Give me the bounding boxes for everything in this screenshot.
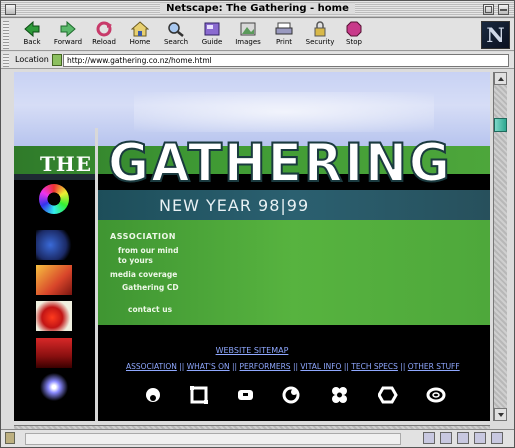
security-status-icon[interactable] bbox=[5, 432, 15, 444]
divider-line bbox=[95, 128, 98, 421]
clover-icon[interactable] bbox=[330, 386, 350, 404]
zoom-box[interactable] bbox=[483, 4, 494, 15]
stop-label: Stop bbox=[346, 38, 362, 46]
url-field[interactable]: http://www.gathering.co.nz/home.html bbox=[63, 54, 509, 67]
back-arrow-icon bbox=[23, 20, 41, 38]
square-frame-icon[interactable] bbox=[190, 386, 210, 404]
gathering-cd-link[interactable]: Gathering CD bbox=[110, 283, 179, 293]
news-component-icon[interactable] bbox=[456, 432, 469, 444]
guide-button[interactable]: Guide bbox=[193, 21, 231, 49]
location-label: Location : bbox=[15, 55, 55, 64]
nav-separator: || bbox=[292, 362, 298, 371]
reload-button[interactable]: Reload bbox=[85, 21, 123, 49]
vertical-scrollbar[interactable] bbox=[493, 72, 507, 421]
navigation-toolbar: Back Forward Reload Home Search Guide Im… bbox=[1, 19, 514, 51]
nav-separator: || bbox=[343, 362, 349, 371]
contact-us-link[interactable]: contact us bbox=[110, 305, 179, 315]
security-button[interactable]: Security bbox=[301, 21, 339, 49]
nav-separator: || bbox=[179, 362, 185, 371]
banner-subtitle: NEW YEAR 98|99 bbox=[159, 196, 310, 215]
images-button[interactable]: Images bbox=[229, 21, 267, 49]
security-label: Security bbox=[305, 38, 335, 46]
scroll-up-arrow-icon[interactable] bbox=[494, 72, 507, 85]
guide-label: Guide bbox=[201, 38, 223, 46]
nav-link-other-stuff[interactable]: OTHER STUFF bbox=[408, 362, 460, 371]
netscape-logo[interactable]: N bbox=[481, 21, 510, 49]
nav-link-whats-on[interactable]: WHAT'S ON bbox=[187, 362, 230, 371]
home-button[interactable]: Home bbox=[121, 21, 159, 49]
sitemap-row: WEBSITE SITEMAP bbox=[14, 346, 490, 356]
location-bar: Location : http://www.gathering.co.nz/ho… bbox=[1, 52, 514, 69]
print-label: Print bbox=[275, 38, 293, 46]
scroll-thumb[interactable] bbox=[494, 118, 507, 132]
thumbnail-blue-globe[interactable] bbox=[36, 230, 72, 260]
images-label: Images bbox=[235, 38, 261, 46]
forward-arrow-icon bbox=[59, 20, 77, 38]
search-icon bbox=[167, 21, 185, 37]
to-yours-link[interactable]: to yours bbox=[110, 256, 179, 266]
nav-separator: || bbox=[232, 362, 238, 371]
website-sitemap-link[interactable]: WEBSITE SITEMAP bbox=[216, 346, 289, 355]
browser-window: Netscape: The Gathering - home Back Forw… bbox=[0, 0, 515, 448]
window-title: Netscape: The Gathering - home bbox=[160, 3, 355, 14]
from-our-mind-link[interactable]: from our mind bbox=[110, 246, 179, 256]
banner-gathering-logo[interactable]: GATHERING bbox=[107, 132, 452, 195]
composer-component-icon[interactable] bbox=[490, 432, 503, 444]
association-link[interactable]: ASSOCIATION bbox=[110, 232, 179, 242]
thumbnail-red-flower[interactable] bbox=[36, 301, 72, 331]
banner-the: THE bbox=[40, 152, 93, 176]
rounded-rect-icon[interactable] bbox=[236, 386, 256, 404]
nav-separator: || bbox=[400, 362, 406, 371]
page-proxy-icon[interactable] bbox=[52, 54, 62, 66]
thumbnail-orange-figure[interactable] bbox=[36, 265, 72, 295]
nav-link-performers[interactable]: PERFORMERS bbox=[239, 362, 290, 371]
print-icon bbox=[275, 21, 293, 37]
nav-link-vital-info[interactable]: VITAL INFO bbox=[300, 362, 341, 371]
home-icon bbox=[130, 21, 150, 37]
forward-label: Forward bbox=[53, 38, 83, 46]
stop-button[interactable]: Stop bbox=[335, 21, 373, 49]
thumbnail-light-burst[interactable] bbox=[36, 372, 72, 402]
reload-label: Reload bbox=[92, 38, 116, 46]
nav-link-tech-specs[interactable]: TECH SPECS bbox=[351, 362, 398, 371]
window-title-wrap: Netscape: The Gathering - home bbox=[1, 3, 514, 14]
stop-icon bbox=[345, 21, 363, 37]
nav-link-association[interactable]: ASSOCIATION bbox=[126, 362, 177, 371]
back-button[interactable]: Back bbox=[13, 20, 51, 49]
thumbnail-light-ring[interactable] bbox=[39, 184, 69, 214]
side-menu: ASSOCIATION from our mind to yours media… bbox=[110, 232, 179, 315]
hexagon-icon[interactable] bbox=[378, 386, 398, 404]
print-button[interactable]: Print bbox=[265, 21, 303, 49]
spiral-icon[interactable] bbox=[282, 386, 304, 404]
component-bar bbox=[423, 432, 509, 446]
address-book-icon[interactable] bbox=[473, 432, 486, 444]
circle-dot-icon[interactable] bbox=[144, 386, 164, 404]
home-label: Home bbox=[129, 38, 151, 46]
back-label: Back bbox=[23, 38, 41, 46]
guide-icon bbox=[203, 21, 221, 37]
ring-icon[interactable] bbox=[426, 386, 448, 404]
reload-icon bbox=[95, 21, 113, 37]
search-button[interactable]: Search bbox=[157, 21, 195, 49]
images-icon bbox=[239, 21, 257, 37]
security-lock-icon bbox=[311, 21, 329, 37]
status-text-field bbox=[25, 433, 401, 445]
status-bar bbox=[1, 429, 514, 447]
location-grip[interactable] bbox=[3, 54, 9, 67]
search-label: Search bbox=[163, 38, 189, 46]
scroll-down-arrow-icon[interactable] bbox=[494, 408, 507, 421]
forward-button[interactable]: Forward bbox=[49, 20, 87, 49]
collapse-box[interactable] bbox=[498, 4, 509, 15]
page-content: THE GATHERING NEW YEAR 98|99 ASSOCIATION… bbox=[14, 72, 490, 421]
toolbar-grip[interactable] bbox=[3, 21, 9, 49]
bottom-nav: ASSOCIATION || WHAT'S ON || PERFORMERS |… bbox=[126, 362, 460, 371]
title-bar[interactable]: Netscape: The Gathering - home bbox=[1, 1, 514, 18]
media-coverage-link[interactable]: media coverage bbox=[110, 270, 179, 280]
mail-component-icon[interactable] bbox=[439, 432, 452, 444]
navigator-component-icon[interactable] bbox=[423, 432, 435, 444]
